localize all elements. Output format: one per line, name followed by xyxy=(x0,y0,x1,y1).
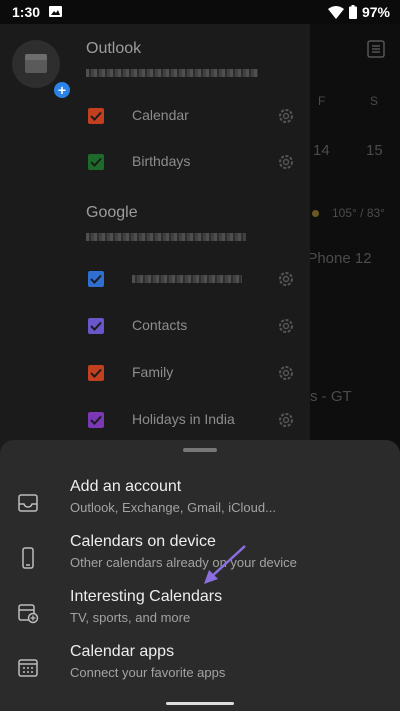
calendar-row-birthdays[interactable]: Birthdays xyxy=(88,151,298,175)
checkbox-checked[interactable] xyxy=(88,365,104,381)
account-google-email xyxy=(86,230,246,244)
day-header-s: S xyxy=(370,94,379,108)
calendar-row-holidays[interactable]: Holidays in India xyxy=(88,409,298,433)
calendar-row-contacts[interactable]: Contacts xyxy=(88,315,298,339)
option-subtitle: Other calendars already on your device xyxy=(70,555,297,570)
gear-icon[interactable] xyxy=(277,411,295,429)
status-bar: 1:30 97% xyxy=(0,0,400,24)
weather-text: 105° / 83° xyxy=(332,206,385,220)
battery-percent: 97% xyxy=(361,4,390,20)
option-calendar-apps[interactable]: Calendar apps Connect your favorite apps xyxy=(0,643,400,693)
gear-icon[interactable] xyxy=(277,153,295,171)
annotation-arrow-icon xyxy=(204,545,246,584)
checkbox-checked[interactable] xyxy=(88,318,104,334)
option-subtitle: Connect your favorite apps xyxy=(70,665,226,680)
event-gt: s - GT xyxy=(310,388,352,405)
option-title: Add an account xyxy=(70,478,182,495)
option-add-account[interactable]: Add an account Outlook, Exchange, Gmail,… xyxy=(0,478,400,528)
sheet-drag-handle[interactable] xyxy=(183,448,217,452)
calendar-row-calendar[interactable]: Calendar xyxy=(88,105,298,129)
calendar-label: Contacts xyxy=(132,317,188,333)
status-time: 1:30 xyxy=(12,4,41,20)
calendar-account-icon xyxy=(25,54,47,73)
gesture-nav-bar[interactable] xyxy=(166,702,234,705)
view-menu-icon[interactable] xyxy=(367,40,385,58)
checkbox-checked[interactable] xyxy=(88,154,104,170)
inbox-tray-icon xyxy=(18,494,38,512)
app-grid-icon xyxy=(18,659,38,677)
account-avatar[interactable]: + xyxy=(12,40,70,98)
date-15: 15 xyxy=(366,142,383,159)
weather-dot xyxy=(312,210,319,217)
gear-icon[interactable] xyxy=(277,270,295,288)
checkbox-checked[interactable] xyxy=(88,412,104,428)
calendar-row-primary[interactable] xyxy=(88,268,298,292)
status-right: 97% xyxy=(327,4,390,20)
gear-icon[interactable] xyxy=(277,364,295,382)
calendar-label: Birthdays xyxy=(132,153,191,169)
gear-icon[interactable] xyxy=(277,107,295,125)
calendar-label: Family xyxy=(132,364,174,380)
calendar-label: Holidays in India xyxy=(132,411,235,427)
date-14: 14 xyxy=(313,142,330,159)
option-subtitle: TV, sports, and more xyxy=(70,610,191,625)
checkbox-checked[interactable] xyxy=(88,271,104,287)
option-interesting-calendars[interactable]: Interesting Calendars TV, sports, and mo… xyxy=(0,588,400,638)
checkbox-checked[interactable] xyxy=(88,108,104,124)
day-header-f: F xyxy=(318,94,326,108)
image-notification-icon xyxy=(49,6,62,17)
account-google-title: Google xyxy=(86,204,138,221)
account-outlook-email xyxy=(86,66,258,80)
calendar-label: Calendar xyxy=(132,107,189,123)
gear-icon[interactable] xyxy=(277,317,295,335)
option-title: Interesting Calendars xyxy=(70,588,223,605)
account-outlook-title: Outlook xyxy=(86,40,142,57)
phone-icon xyxy=(22,547,34,569)
calendar-label-redacted xyxy=(132,270,242,286)
option-title: Calendars on device xyxy=(70,533,216,550)
calendar-add-icon xyxy=(18,604,39,624)
battery-icon xyxy=(348,5,357,19)
event-iphone: iPhone 12 xyxy=(304,250,372,267)
calendar-row-family[interactable]: Family xyxy=(88,362,298,386)
wifi-icon xyxy=(327,5,344,19)
add-account-plus-icon[interactable]: + xyxy=(54,82,70,98)
option-title: Calendar apps xyxy=(70,643,175,660)
option-subtitle: Outlook, Exchange, Gmail, iCloud... xyxy=(70,500,276,515)
